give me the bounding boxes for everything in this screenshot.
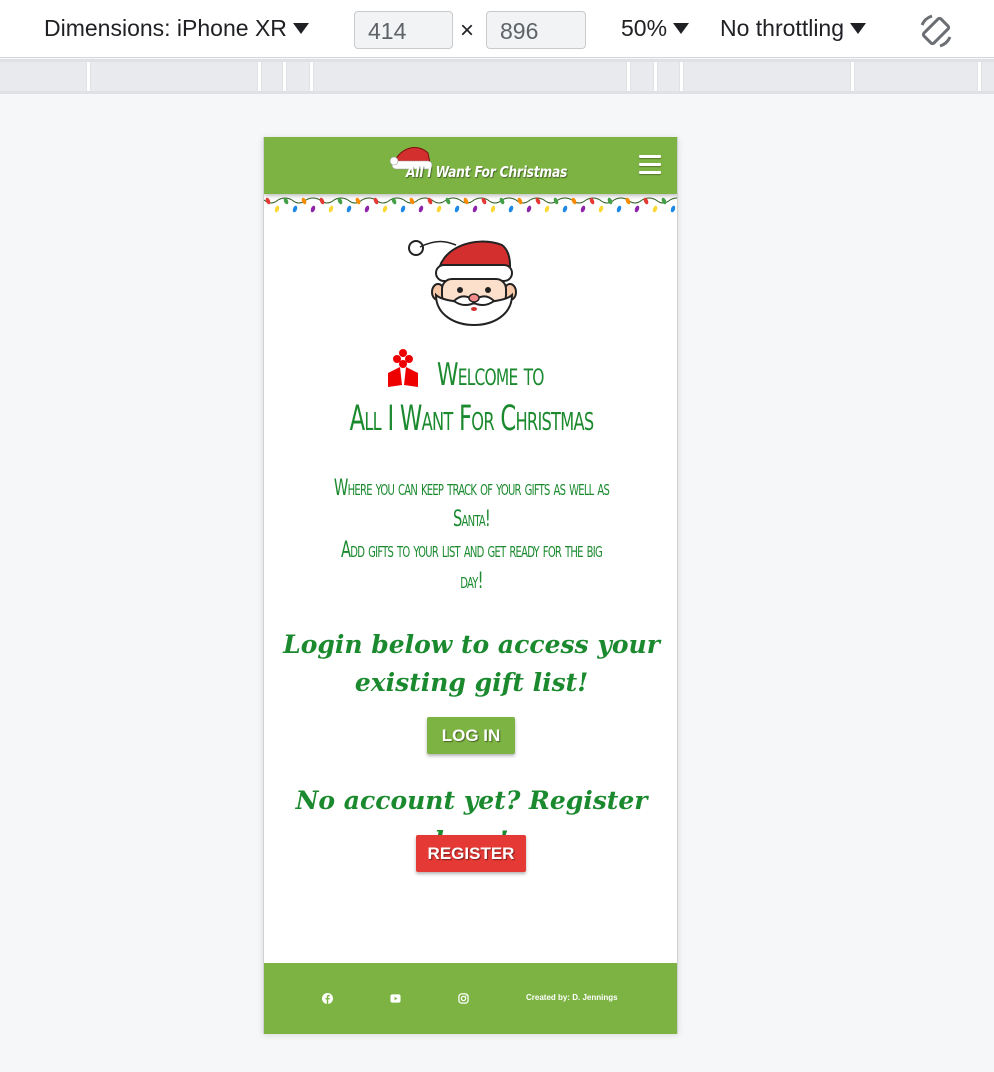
rotate-icon[interactable] <box>916 11 956 51</box>
welcome-heading: Welcome to All I Want For Christmas <box>264 347 677 442</box>
login-prompt: Login below to access your existing gift… <box>283 630 660 697</box>
login-button[interactable]: LOG IN <box>427 717 515 754</box>
dimension-separator: × <box>460 17 475 44</box>
chevron-down-icon <box>673 23 690 34</box>
santa-face-image <box>408 240 517 326</box>
tagline: Where you can keep track of your gifts a… <box>284 473 659 597</box>
devtools-toolbar: Dimensions: iPhone XR 414 × 896 50% No t… <box>0 0 994 58</box>
brand-title[interactable]: All I Want For Christmas <box>406 163 567 181</box>
media-query-bar[interactable] <box>0 59 994 94</box>
christmas-lights-border <box>264 197 677 213</box>
youtube-icon[interactable] <box>390 993 401 1004</box>
tagline-line-1: Where you can keep track of your gifts a… <box>333 476 610 532</box>
throttle-label: No throttling <box>720 15 845 41</box>
footer: Created by: D. Jennings <box>264 963 677 1034</box>
device-dropdown[interactable]: Dimensions: iPhone XR <box>44 15 309 42</box>
instagram-icon[interactable] <box>458 993 469 1004</box>
device-label: Dimensions: iPhone XR <box>44 15 287 41</box>
register-button[interactable]: REGISTER <box>416 835 526 872</box>
welcome-line-2: All I Want For Christmas <box>349 399 595 439</box>
device-viewport: All I Want For Christmas Welcome to All … <box>263 137 678 1034</box>
tagline-line-2: Add gifts to your list and get ready for… <box>341 538 603 594</box>
facebook-icon[interactable] <box>322 993 333 1004</box>
chevron-down-icon <box>292 23 309 34</box>
navbar: All I Want For Christmas <box>264 137 677 194</box>
hamburger-icon[interactable] <box>639 155 661 175</box>
width-input[interactable]: 414 <box>354 11 453 49</box>
height-input[interactable]: 896 <box>486 11 586 49</box>
holly-bow-icon <box>388 349 419 387</box>
zoom-label: 50% <box>621 15 668 41</box>
footer-credit: Created by: D. Jennings <box>526 993 618 1002</box>
chevron-down-icon <box>850 23 867 34</box>
zoom-dropdown[interactable]: 50% <box>621 15 690 42</box>
welcome-line-1: Welcome to <box>437 357 544 393</box>
throttle-dropdown[interactable]: No throttling <box>720 15 867 42</box>
